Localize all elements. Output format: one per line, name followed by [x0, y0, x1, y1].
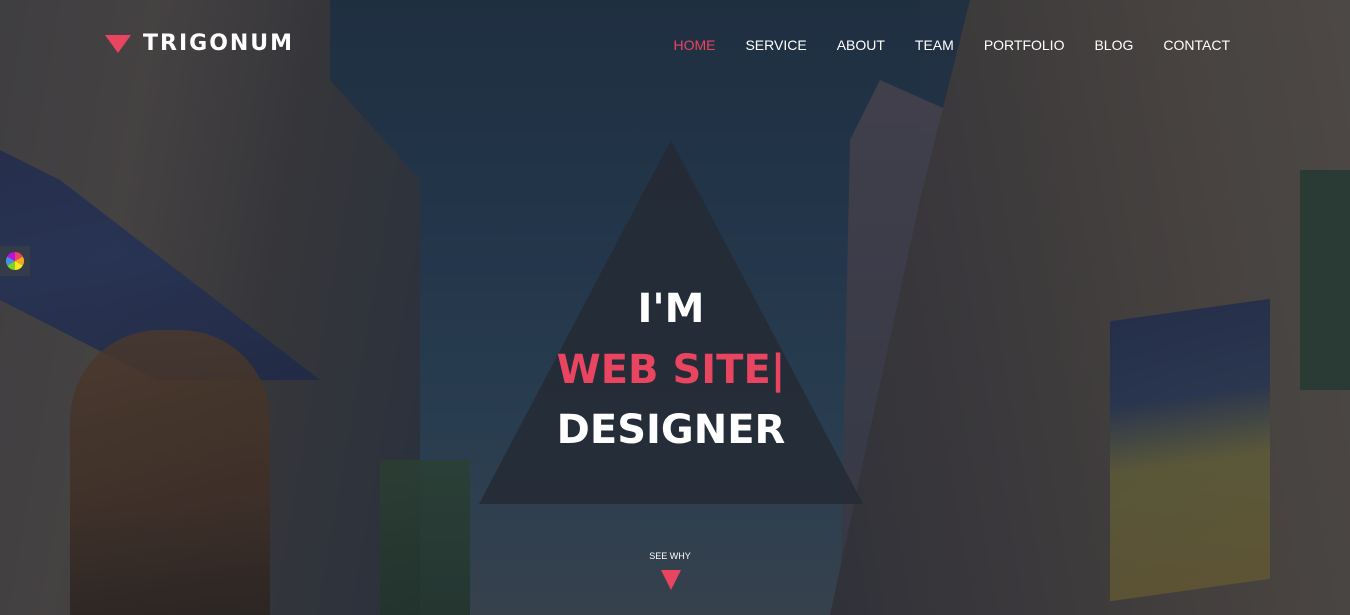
- nav-item-home[interactable]: HOME: [673, 36, 715, 54]
- logo-text: TRIGONUM: [143, 31, 295, 56]
- main-nav: HOME SERVICE ABOUT TEAM PORTFOLIO BLOG C…: [643, 36, 1230, 54]
- style-switcher-button[interactable]: [0, 246, 30, 276]
- nav-item-blog[interactable]: BLOG: [1094, 36, 1133, 54]
- see-why-label[interactable]: SEE WHY: [620, 551, 720, 561]
- nav-item-about[interactable]: ABOUT: [837, 36, 885, 54]
- nav-item-team[interactable]: TEAM: [915, 36, 954, 54]
- nav-item-service[interactable]: SERVICE: [745, 36, 806, 54]
- triangle-down-icon[interactable]: [661, 570, 681, 590]
- nav-item-portfolio[interactable]: PORTFOLIO: [984, 36, 1065, 54]
- hero-line-designer: DESIGNER: [556, 407, 786, 453]
- hero-line-web-site: WEB SITE|: [556, 347, 786, 393]
- logo-triangle-icon: [105, 34, 131, 53]
- logo[interactable]: TRIGONUM: [105, 31, 294, 56]
- hero-line-im: I'M: [637, 286, 705, 332]
- nav-item-contact[interactable]: CONTACT: [1163, 36, 1230, 54]
- color-wheel-icon: [5, 252, 25, 270]
